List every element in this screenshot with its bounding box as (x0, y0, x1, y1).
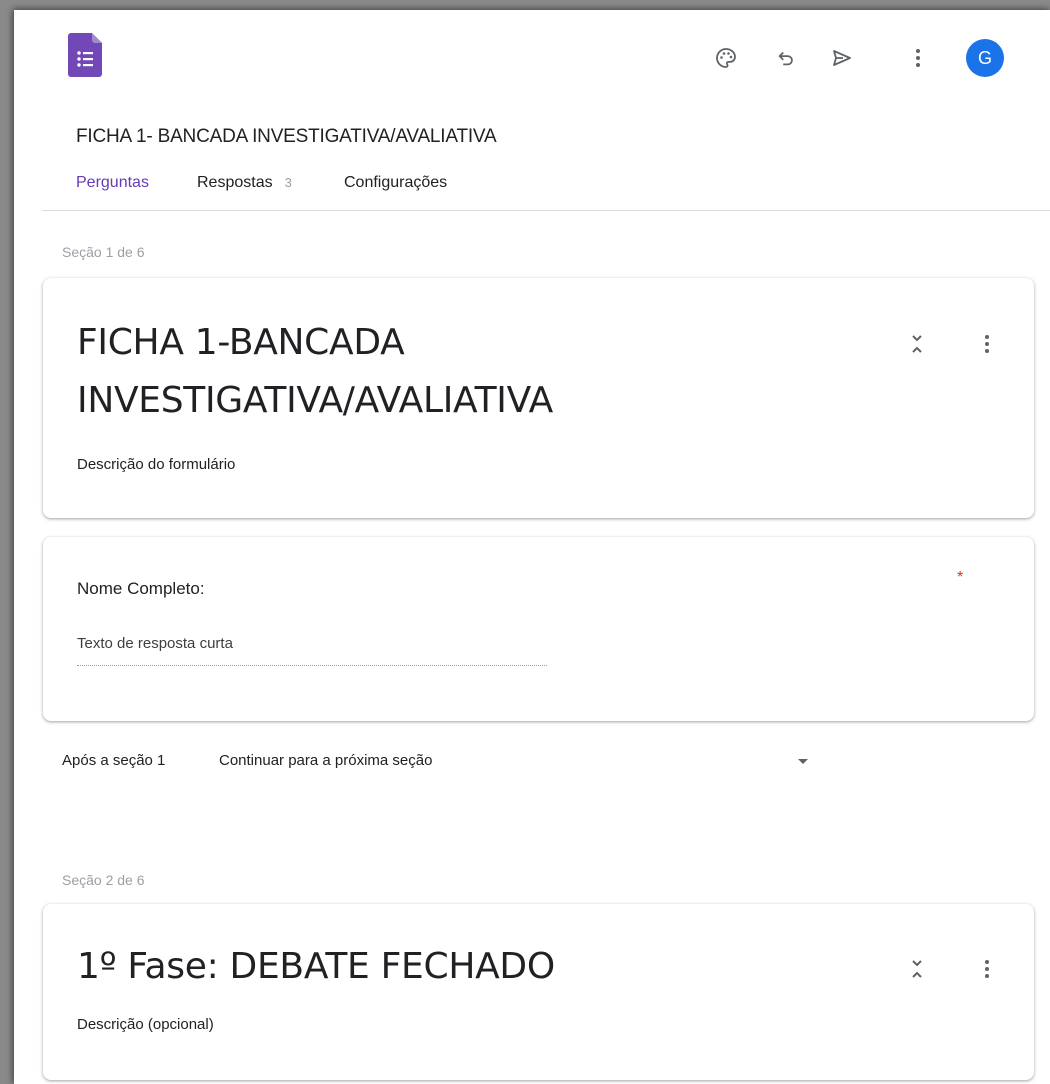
section-1-title-line-1[interactable]: FICHA 1-BANCADA (77, 320, 405, 366)
header-toolbar: G (704, 38, 1034, 78)
collapse-section-icon[interactable] (902, 329, 932, 359)
section-2-label: Seção 2 de 6 (62, 872, 145, 888)
section-1-label: Seção 1 de 6 (62, 244, 145, 260)
tab-configuracoes[interactable]: Configurações (344, 174, 447, 192)
answer-underline (77, 665, 547, 666)
send-icon[interactable] (822, 38, 862, 78)
responses-count: 3 (284, 175, 292, 190)
tab-respostas[interactable]: Respostas 3 (197, 174, 292, 192)
section-2-header-card[interactable]: 1º Fase: DEBATE FECHADO Descrição (opcio… (43, 904, 1034, 1080)
tab-perguntas[interactable]: Perguntas (76, 174, 149, 192)
after-section-value: Continuar para a próxima seção (219, 752, 433, 769)
collapse-section-icon[interactable] (902, 954, 932, 984)
section-more-icon[interactable] (972, 954, 1002, 984)
dropdown-arrow-icon (798, 759, 808, 764)
google-forms-icon[interactable] (68, 33, 102, 77)
form-title[interactable]: FICHA 1- BANCADA INVESTIGATIVA/AVALIATIV… (76, 126, 497, 148)
undo-icon[interactable] (766, 38, 806, 78)
required-asterisk: * (957, 569, 964, 586)
forms-editor-window: G FICHA 1- BANCADA INVESTIGATIVA/AVALIAT… (14, 10, 1050, 1084)
form-description[interactable]: Descrição do formulário (77, 456, 235, 473)
short-answer-placeholder: Texto de resposta curta (77, 635, 233, 652)
more-vertical-icon[interactable] (898, 38, 938, 78)
question-card[interactable]: Nome Completo: * Texto de resposta curta (43, 537, 1034, 721)
section-1-title-line-2[interactable]: INVESTIGATIVA/AVALIATIVA (77, 378, 553, 424)
tabs-divider (42, 210, 1050, 211)
avatar[interactable]: G (966, 39, 1004, 77)
tab-respostas-label: Respostas (197, 174, 273, 191)
section-more-icon[interactable] (972, 329, 1002, 359)
after-section-label: Após a seção 1 (62, 752, 166, 769)
section-2-description[interactable]: Descrição (opcional) (77, 1016, 214, 1033)
after-section-select[interactable]: Continuar para a próxima seção (219, 752, 819, 774)
question-title[interactable]: Nome Completo: (77, 579, 205, 599)
palette-icon[interactable] (706, 38, 746, 78)
section-2-title[interactable]: 1º Fase: DEBATE FECHADO (77, 944, 555, 990)
section-1-header-card[interactable]: FICHA 1-BANCADA INVESTIGATIVA/AVALIATIVA… (43, 278, 1034, 518)
